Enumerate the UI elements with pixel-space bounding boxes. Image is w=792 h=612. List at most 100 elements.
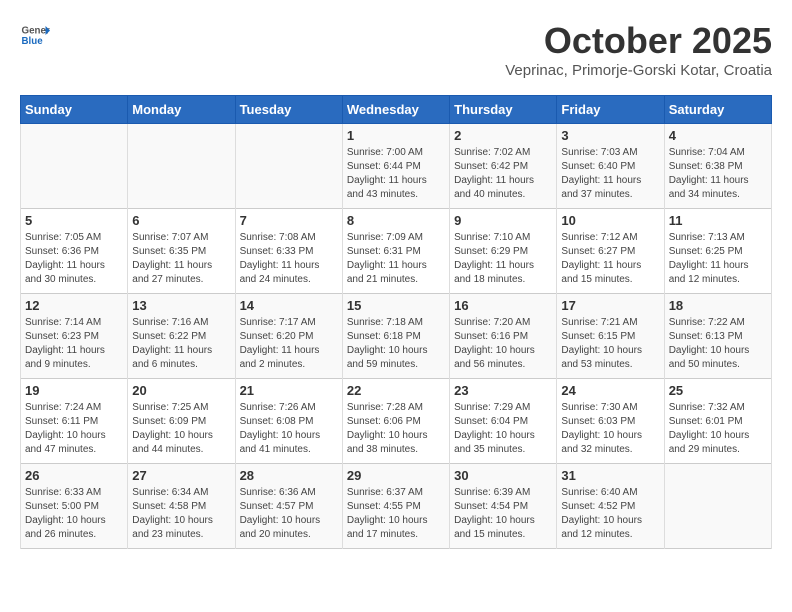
day-number: 26 [25, 468, 123, 483]
day-content: Sunrise: 7:26 AM Sunset: 6:08 PM Dayligh… [240, 401, 338, 457]
calendar-cell: 1 Sunrise: 7:00 AM Sunset: 6:44 PM Daylig… [342, 124, 449, 209]
day-number: 20 [132, 383, 230, 398]
day-number: 4 [669, 128, 767, 143]
day-content: Sunrise: 7:17 AM Sunset: 6:20 PM Dayligh… [240, 316, 338, 372]
page-header: General Blue October 2025 Veprinac, Prim… [20, 20, 772, 79]
day-number: 17 [561, 298, 659, 313]
day-content: Sunrise: 7:14 AM Sunset: 6:23 PM Dayligh… [25, 316, 123, 372]
day-number: 27 [132, 468, 230, 483]
day-number: 9 [454, 213, 552, 228]
header-monday: Monday [128, 96, 235, 124]
day-content: Sunrise: 7:13 AM Sunset: 6:25 PM Dayligh… [669, 231, 767, 287]
title-section: October 2025 Veprinac, Primorje-Gorski K… [505, 20, 772, 79]
day-number: 10 [561, 213, 659, 228]
calendar-cell: 15 Sunrise: 7:18 AM Sunset: 6:18 PM Dayli… [342, 294, 449, 379]
day-content: Sunrise: 7:00 AM Sunset: 6:44 PM Dayligh… [347, 146, 445, 202]
day-number: 23 [454, 383, 552, 398]
calendar-cell: 30 Sunrise: 6:39 AM Sunset: 4:54 PM Dayli… [450, 464, 557, 549]
calendar-cell: 26 Sunrise: 6:33 AM Sunset: 5:00 PM Dayli… [21, 464, 128, 549]
calendar-cell [128, 124, 235, 209]
day-content: Sunrise: 7:16 AM Sunset: 6:22 PM Dayligh… [132, 316, 230, 372]
calendar-cell: 9Sunrise: 7:10 AM Sunset: 6:29 PM Daylig… [450, 209, 557, 294]
calendar-header-row: SundayMondayTuesdayWednesdayThursdayFrid… [21, 96, 772, 124]
day-number: 21 [240, 383, 338, 398]
calendar-cell: 17 Sunrise: 7:21 AM Sunset: 6:15 PM Dayli… [557, 294, 664, 379]
calendar-cell: 27 Sunrise: 6:34 AM Sunset: 4:58 PM Dayli… [128, 464, 235, 549]
day-number: 15 [347, 298, 445, 313]
day-content: Sunrise: 7:30 AM Sunset: 6:03 PM Dayligh… [561, 401, 659, 457]
calendar-cell: 22 Sunrise: 7:28 AM Sunset: 6:06 PM Dayli… [342, 379, 449, 464]
logo-icon: General Blue [20, 20, 50, 50]
calendar-cell: 18 Sunrise: 7:22 AM Sunset: 6:13 PM Dayli… [664, 294, 771, 379]
header-tuesday: Tuesday [235, 96, 342, 124]
day-number: 1 [347, 128, 445, 143]
calendar-cell: 10 Sunrise: 7:12 AM Sunset: 6:27 PM Dayli… [557, 209, 664, 294]
header-thursday: Thursday [450, 96, 557, 124]
header-sunday: Sunday [21, 96, 128, 124]
calendar-cell: 11Sunrise: 7:13 AM Sunset: 6:25 PM Dayli… [664, 209, 771, 294]
day-number: 5 [25, 213, 123, 228]
calendar-cell: 16Sunrise: 7:20 AM Sunset: 6:16 PM Dayli… [450, 294, 557, 379]
calendar-cell: 25 Sunrise: 7:32 AM Sunset: 6:01 PM Dayli… [664, 379, 771, 464]
day-number: 22 [347, 383, 445, 398]
header-friday: Friday [557, 96, 664, 124]
day-number: 31 [561, 468, 659, 483]
day-number: 25 [669, 383, 767, 398]
calendar-cell: 8 Sunrise: 7:09 AM Sunset: 6:31 PM Daylig… [342, 209, 449, 294]
day-content: Sunrise: 6:40 AM Sunset: 4:52 PM Dayligh… [561, 486, 659, 542]
day-content: Sunrise: 6:39 AM Sunset: 4:54 PM Dayligh… [454, 486, 552, 542]
calendar-cell: 31 Sunrise: 6:40 AM Sunset: 4:52 PM Dayli… [557, 464, 664, 549]
day-number: 2 [454, 128, 552, 143]
day-content: Sunrise: 7:25 AM Sunset: 6:09 PM Dayligh… [132, 401, 230, 457]
day-content: Sunrise: 6:37 AM Sunset: 4:55 PM Dayligh… [347, 486, 445, 542]
day-content: Sunrise: 7:22 AM Sunset: 6:13 PM Dayligh… [669, 316, 767, 372]
calendar-cell: 28 Sunrise: 6:36 AM Sunset: 4:57 PM Dayli… [235, 464, 342, 549]
day-content: Sunrise: 7:08 AM Sunset: 6:33 PM Dayligh… [240, 231, 338, 287]
day-content: Sunrise: 7:09 AM Sunset: 6:31 PM Dayligh… [347, 231, 445, 287]
day-number: 12 [25, 298, 123, 313]
calendar-cell: 24 Sunrise: 7:30 AM Sunset: 6:03 PM Dayli… [557, 379, 664, 464]
calendar-cell [21, 124, 128, 209]
day-number: 28 [240, 468, 338, 483]
calendar-cell [235, 124, 342, 209]
calendar-cell: 20 Sunrise: 7:25 AM Sunset: 6:09 PM Dayli… [128, 379, 235, 464]
day-content: Sunrise: 7:03 AM Sunset: 6:40 PM Dayligh… [561, 146, 659, 202]
day-number: 8 [347, 213, 445, 228]
day-number: 14 [240, 298, 338, 313]
calendar-cell: 2Sunrise: 7:02 AM Sunset: 6:42 PM Daylig… [450, 124, 557, 209]
calendar-cell: 19Sunrise: 7:24 AM Sunset: 6:11 PM Dayli… [21, 379, 128, 464]
calendar-cell [664, 464, 771, 549]
day-number: 6 [132, 213, 230, 228]
calendar-week-0: 1 Sunrise: 7:00 AM Sunset: 6:44 PM Daylig… [21, 124, 772, 209]
location: Veprinac, Primorje-Gorski Kotar, Croatia [505, 62, 772, 79]
header-wednesday: Wednesday [342, 96, 449, 124]
day-content: Sunrise: 6:33 AM Sunset: 5:00 PM Dayligh… [25, 486, 123, 542]
day-content: Sunrise: 7:05 AM Sunset: 6:36 PM Dayligh… [25, 231, 123, 287]
day-content: Sunrise: 6:36 AM Sunset: 4:57 PM Dayligh… [240, 486, 338, 542]
calendar-cell: 21 Sunrise: 7:26 AM Sunset: 6:08 PM Dayli… [235, 379, 342, 464]
calendar-week-3: 19Sunrise: 7:24 AM Sunset: 6:11 PM Dayli… [21, 379, 772, 464]
calendar-week-2: 12 Sunrise: 7:14 AM Sunset: 6:23 PM Dayli… [21, 294, 772, 379]
day-content: Sunrise: 7:12 AM Sunset: 6:27 PM Dayligh… [561, 231, 659, 287]
day-content: Sunrise: 7:29 AM Sunset: 6:04 PM Dayligh… [454, 401, 552, 457]
calendar-week-1: 5 Sunrise: 7:05 AM Sunset: 6:36 PM Daylig… [21, 209, 772, 294]
calendar-cell: 13Sunrise: 7:16 AM Sunset: 6:22 PM Dayli… [128, 294, 235, 379]
calendar-cell: 29Sunrise: 6:37 AM Sunset: 4:55 PM Dayli… [342, 464, 449, 549]
day-content: Sunrise: 7:32 AM Sunset: 6:01 PM Dayligh… [669, 401, 767, 457]
day-content: Sunrise: 7:04 AM Sunset: 6:38 PM Dayligh… [669, 146, 767, 202]
calendar-cell: 6Sunrise: 7:07 AM Sunset: 6:35 PM Daylig… [128, 209, 235, 294]
calendar-cell: 7Sunrise: 7:08 AM Sunset: 6:33 PM Daylig… [235, 209, 342, 294]
day-content: Sunrise: 6:34 AM Sunset: 4:58 PM Dayligh… [132, 486, 230, 542]
header-saturday: Saturday [664, 96, 771, 124]
day-number: 30 [454, 468, 552, 483]
calendar-cell: 12 Sunrise: 7:14 AM Sunset: 6:23 PM Dayli… [21, 294, 128, 379]
day-content: Sunrise: 7:18 AM Sunset: 6:18 PM Dayligh… [347, 316, 445, 372]
day-number: 18 [669, 298, 767, 313]
day-content: Sunrise: 7:28 AM Sunset: 6:06 PM Dayligh… [347, 401, 445, 457]
calendar-table: SundayMondayTuesdayWednesdayThursdayFrid… [20, 95, 772, 549]
day-number: 3 [561, 128, 659, 143]
day-content: Sunrise: 7:21 AM Sunset: 6:15 PM Dayligh… [561, 316, 659, 372]
day-number: 24 [561, 383, 659, 398]
day-number: 19 [25, 383, 123, 398]
calendar-cell: 3 Sunrise: 7:03 AM Sunset: 6:40 PM Daylig… [557, 124, 664, 209]
